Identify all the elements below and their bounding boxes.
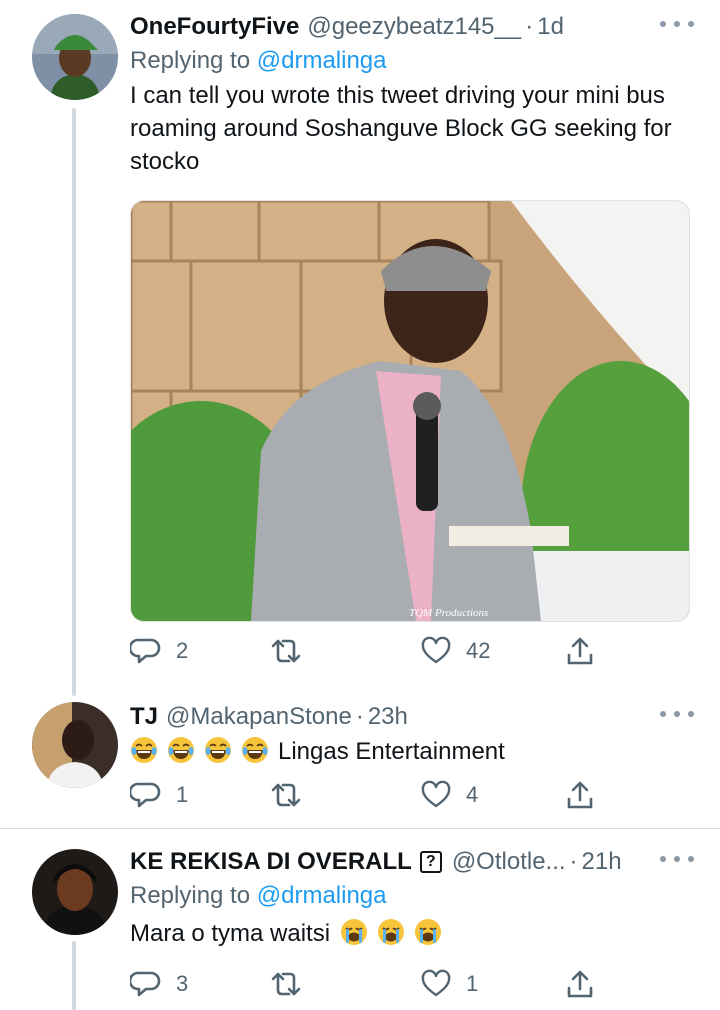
thread-line (72, 108, 76, 696)
crying-emoji-icon (415, 919, 442, 945)
avatar[interactable] (32, 849, 118, 935)
timestamp[interactable]: 1d (537, 13, 564, 41)
replying-to: Replying to @drmalinga (130, 882, 694, 912)
timestamp[interactable]: 21h (582, 848, 622, 876)
laughing-emoji-icon (168, 737, 194, 763)
tweet-photo[interactable]: TQM Productions (130, 200, 690, 622)
tweet-1[interactable]: OneFourtyFive @geezybeatz145__ · 1d Repl… (0, 0, 720, 696)
laughing-emoji-icon (205, 737, 231, 763)
retweet-icon (271, 783, 301, 807)
tweet-text: Lingas Entertainment (130, 735, 694, 768)
thread-line (72, 941, 76, 1010)
separator-dot: · (525, 13, 534, 40)
like-count: 4 (466, 782, 479, 807)
more-icon[interactable] (660, 849, 694, 869)
reply-icon (130, 638, 161, 664)
tweet-actions: 2 42 (130, 634, 610, 668)
like-icon (421, 636, 451, 664)
mention-link[interactable]: @drmalinga (257, 882, 387, 909)
like-button[interactable]: 1 (420, 967, 478, 1001)
retweet-button[interactable] (270, 634, 316, 668)
user-handle[interactable]: @Otlotle... (452, 848, 566, 876)
tweet-actions: 3 1 (130, 967, 610, 1001)
tweet-text-body: Mara o tyma waitsi (130, 920, 331, 947)
reply-count: 2 (176, 638, 189, 663)
photo-watermark: TQM Productions (409, 607, 488, 619)
reply-button[interactable]: 3 (130, 967, 188, 1001)
share-icon (567, 970, 593, 998)
tweet-header: OneFourtyFive @geezybeatz145__ · 1d (130, 12, 694, 42)
mention-link[interactable]: @drmalinga (257, 47, 387, 74)
retweet-icon (271, 639, 301, 663)
like-icon (421, 969, 451, 997)
more-icon[interactable] (660, 704, 694, 724)
retweet-icon (271, 972, 301, 996)
reply-icon (130, 971, 161, 997)
tweet-header: KE REKISA DI OVERALL ? @Otlotle... · 21h (130, 847, 694, 877)
user-handle[interactable]: @geezybeatz145__ (307, 13, 521, 41)
laughing-emoji-icon (131, 737, 157, 763)
share-icon (567, 637, 593, 665)
share-button[interactable] (564, 634, 596, 668)
emoji-group (130, 737, 278, 765)
crying-emoji-icon (341, 919, 368, 945)
replying-to: Replying to @drmalinga (130, 47, 694, 77)
tweet-3[interactable]: KE REKISA DI OVERALL ? @Otlotle... · 21h… (0, 829, 720, 1010)
like-icon (421, 780, 451, 808)
reply-count: 1 (176, 782, 189, 807)
tweet-text: Mara o tyma waitsi (130, 917, 694, 950)
reply-button[interactable]: 2 (130, 634, 188, 668)
laughing-emoji-icon (242, 737, 268, 763)
avatar[interactable] (32, 14, 118, 100)
retweet-button[interactable] (270, 967, 316, 1001)
reply-button[interactable]: 1 (130, 778, 188, 812)
tweet-2[interactable]: TJ @MakapanStone · 23h Lingas Entertainm… (0, 690, 720, 828)
like-button[interactable]: 4 (420, 778, 478, 812)
tweet-text-body: Lingas Entertainment (278, 738, 505, 765)
display-name[interactable]: OneFourtyFive (130, 13, 299, 41)
retweet-button[interactable] (270, 778, 316, 812)
tweet-actions: 1 4 (130, 778, 610, 812)
crying-emoji-icon (378, 919, 405, 945)
replying-prefix: Replying to (130, 47, 251, 74)
timestamp[interactable]: 23h (368, 703, 408, 731)
share-button[interactable] (564, 778, 596, 812)
separator-dot: · (355, 703, 364, 730)
tweet-header: TJ @MakapanStone · 23h (130, 702, 694, 732)
more-icon[interactable] (660, 14, 694, 34)
share-icon (567, 781, 593, 809)
reply-icon (130, 782, 161, 808)
name-badge: ? (419, 851, 442, 873)
avatar[interactable] (32, 702, 118, 788)
tweet-text: I can tell you wrote this tweet driving … (130, 82, 672, 175)
display-name[interactable]: TJ (130, 703, 158, 731)
separator-dot: · (569, 848, 578, 875)
user-handle[interactable]: @MakapanStone (166, 703, 352, 731)
like-count: 1 (466, 971, 479, 996)
display-name[interactable]: KE REKISA DI OVERALL (130, 848, 412, 876)
emoji-group (340, 919, 451, 947)
replying-prefix: Replying to (130, 882, 251, 909)
share-button[interactable] (564, 967, 596, 1001)
like-count: 42 (466, 638, 491, 663)
reply-count: 3 (176, 971, 189, 996)
like-button[interactable]: 42 (420, 634, 490, 668)
